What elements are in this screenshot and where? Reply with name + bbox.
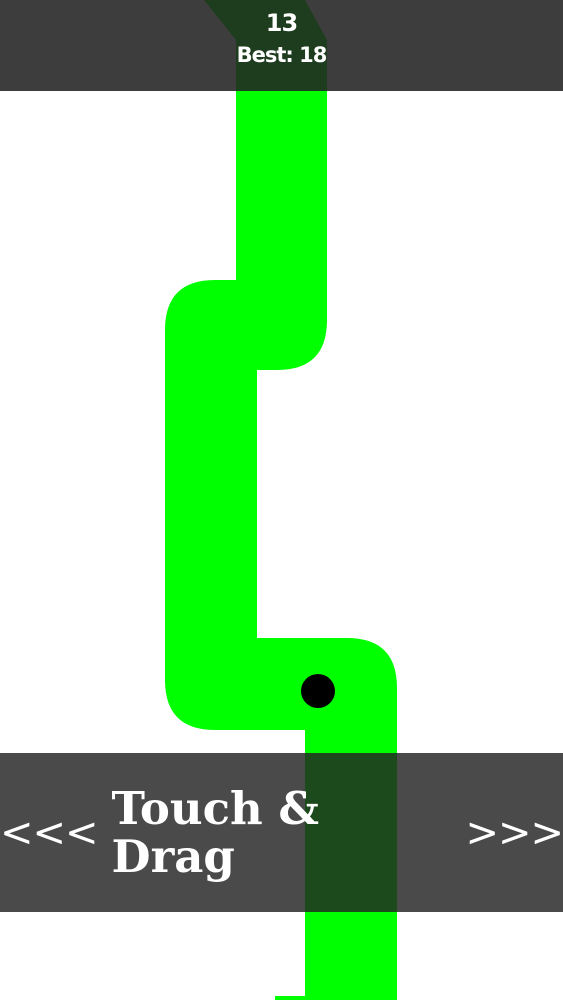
track-segment-left-jog [165,280,277,640]
right-arrows: >>> [465,809,563,856]
player-ball[interactable] [301,674,335,708]
game-stage[interactable]: 13 Best: 18 <<< Touch & Drag >>> [0,0,563,1000]
track-segment-next [275,996,337,1000]
score-header: 13 Best: 18 [0,0,563,91]
current-score: 13 [265,9,298,37]
instruction-banner: <<< Touch & Drag >>> [0,753,563,912]
touch-drag-label: Touch & Drag [111,781,320,883]
left-arrows: <<< [0,809,99,856]
best-score: Best: 18 [236,43,328,67]
instruction-row: <<< Touch & Drag >>> [0,753,563,912]
